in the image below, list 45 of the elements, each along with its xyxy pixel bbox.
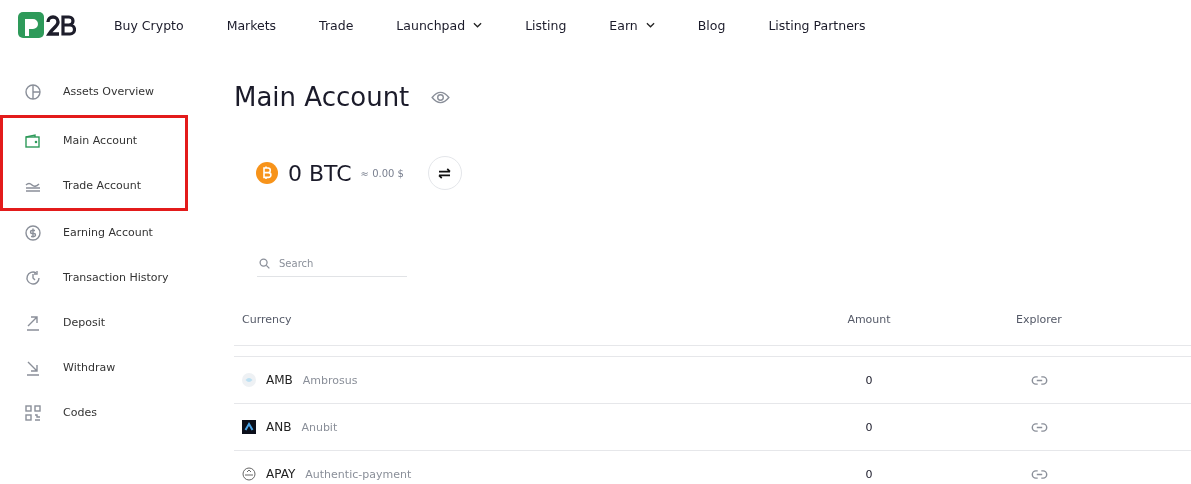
swap-arrows-icon [437, 167, 453, 179]
nav-link[interactable]: Earn [609, 17, 655, 33]
nav-link[interactable]: Blog [697, 17, 726, 33]
amount-cell-text: 0 [864, 373, 874, 387]
sidebar-item[interactable]: Deposit [0, 300, 188, 345]
sidebar-item[interactable]: Withdraw [0, 345, 188, 390]
balance-usd: ≈ 0.00 $ [360, 167, 404, 179]
nav-link[interactable]: Listing [525, 17, 567, 33]
swap-button[interactable] [427, 156, 462, 190]
link-icon[interactable] [1030, 469, 1048, 479]
amount-cell-text: 0 [864, 420, 874, 434]
currency-ticker: APAY [266, 467, 296, 481]
nav-link[interactable]: Launchpad [396, 17, 483, 33]
currency-ticker: ANB [266, 420, 292, 434]
sidebar-item[interactable]: Codes [0, 390, 188, 435]
sidebar-item[interactable]: Trade Account [3, 163, 185, 208]
nav-link[interactable]: Listing Partners [768, 17, 866, 33]
link-icon[interactable] [1030, 422, 1048, 432]
coin-icon [242, 373, 256, 387]
nav-link[interactable]: Trade [319, 17, 354, 33]
page-title: Main Account [234, 81, 410, 113]
column-header: Amount [846, 312, 892, 326]
eye-icon[interactable] [431, 90, 451, 104]
search-icon [259, 258, 270, 269]
sidebar-item[interactable]: Transaction History [0, 255, 188, 300]
currency-ticker: AMB [266, 373, 293, 387]
logo-icon[interactable] [18, 12, 76, 38]
nav-link[interactable]: Buy Crypto [114, 17, 184, 33]
amount-cell-text: 0 [864, 467, 874, 481]
balance-amount: 0 BTC [288, 160, 352, 186]
currency-name: Ambrosus [302, 373, 358, 387]
link-icon[interactable] [1030, 375, 1048, 385]
sidebar-item[interactable]: Main Account [3, 118, 185, 163]
currency-name: Anubit [301, 420, 338, 434]
sidebar-item[interactable]: Earning Account [0, 210, 188, 255]
chevron-down-icon [645, 22, 655, 28]
chevron-down-icon [473, 22, 483, 28]
coin-icon [242, 467, 256, 481]
column-header: Currency [241, 312, 293, 326]
coin-icon [242, 420, 256, 434]
currency-name: Authentic-payment [305, 467, 412, 481]
bitcoin-icon [256, 162, 278, 184]
column-header: Explorer [1015, 312, 1063, 326]
nav-link[interactable]: Markets [226, 17, 277, 33]
sidebar-item[interactable]: Assets Overview [0, 69, 188, 114]
